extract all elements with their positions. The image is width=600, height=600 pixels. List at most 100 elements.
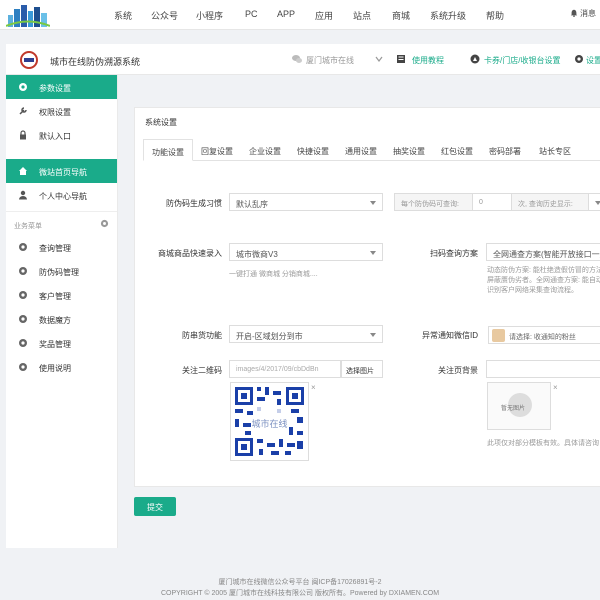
gear-icon (19, 315, 27, 323)
sidebar-item-label: 使用说明 (39, 364, 71, 373)
gear-icon (19, 267, 27, 275)
sidebar-item-customers[interactable]: 客户管理 (6, 283, 117, 307)
qr-path-input[interactable]: images/4/2017/09/cbDdBn (229, 360, 341, 378)
close-icon[interactable]: × (311, 383, 316, 392)
business-menu-group: 业务菜单 (6, 211, 117, 235)
nav-pc[interactable]: PC (245, 9, 258, 19)
bg-hint: 此项仅对部分模板有效。具体请咨询 (487, 440, 599, 447)
top-nav: 系统 公众号 小程序 PC APP 应用 站点 商城 系统升级 帮助 消息 (0, 0, 600, 30)
anti-select[interactable]: 开启-区域划分到市 (229, 325, 383, 343)
nav-system[interactable]: 系统 (114, 9, 132, 22)
nav-official-account[interactable]: 公众号 (151, 9, 178, 22)
tab-password[interactable]: 密码部署 (481, 139, 529, 161)
nav-help[interactable]: 帮助 (486, 9, 504, 22)
sidebar-item-data-cube[interactable]: 数据魔方 (6, 307, 117, 331)
shop-settings-link[interactable]: 卡券/门店/收银台设置 (484, 55, 560, 66)
sidebar-item-label: 数据魔方 (39, 316, 71, 325)
sidebar-item-home-nav[interactable]: 微站首页导航 (6, 159, 117, 183)
tutorial-link[interactable]: 使用教程 (412, 55, 444, 66)
lock-icon (20, 130, 26, 140)
system-header: 城市在线防伪溯源系统 厦门城市在线 使用教程 卡券/门店/收银台设置 设置 (6, 44, 600, 75)
avatar (492, 329, 505, 342)
chevron-down-icon (370, 201, 376, 205)
scan-hint: 动态防伪方案: 能杜绝造假仿冒的方法屏蔽赝伪劣者。全网通查方案: 能自动识别客户… (487, 267, 600, 294)
tab-company[interactable]: 企业设置 (241, 139, 289, 161)
code-gen-select[interactable]: 默认乱序 (229, 193, 383, 211)
footer-icp: 厦门城市在线微信公众号平台 闽ICP备17026891号-2 (218, 579, 382, 586)
nav-apps[interactable]: 应用 (315, 9, 333, 22)
sidebar-item-label: 客户管理 (39, 292, 71, 301)
logo-icon[interactable] (6, 3, 50, 27)
anti-value: 开启-区域划分到市 (236, 332, 303, 341)
pick-image-button[interactable]: 选择图片 (341, 360, 383, 378)
tab-red-packet[interactable]: 红包设置 (433, 139, 481, 161)
close-icon[interactable]: × (553, 383, 558, 392)
bg-path-input[interactable] (486, 360, 600, 378)
mall-select[interactable]: 城市微商V3 (229, 243, 383, 261)
tab-reply[interactable]: 回复设置 (193, 139, 241, 161)
nav-mall[interactable]: 商城 (392, 9, 410, 22)
gear-icon[interactable] (100, 219, 109, 228)
scan-select[interactable]: 全网通查方案(智能开放接口一刷 (486, 243, 600, 261)
qr-code-preview: 城市在线 (230, 382, 309, 461)
sidebar-item-default-entry[interactable]: 默认入口 (6, 123, 117, 147)
chevron-down-icon[interactable] (374, 54, 384, 64)
sidebar-item-label: 默认入口 (39, 132, 71, 141)
sidebar-item-label: 权限设置 (39, 108, 71, 117)
sidebar-item-prizes[interactable]: 奖品管理 (6, 331, 117, 355)
sidebar-item-codes[interactable]: 防伪码管理 (6, 259, 117, 283)
sidebar-item-label: 查询管理 (39, 244, 71, 253)
tab-general[interactable]: 通用设置 (337, 139, 385, 161)
notify-value: 请选择: 收通知的粉丝 (509, 334, 576, 341)
tab-webmaster[interactable]: 站长专区 (531, 139, 579, 161)
qr-overlay-text: 城市在线 (251, 418, 287, 430)
nav-upgrade[interactable]: 系统升级 (430, 9, 466, 22)
submit-button[interactable]: 提交 (134, 497, 176, 516)
history-select[interactable] (588, 193, 600, 211)
qr-code-icon: 城市在线 (235, 387, 304, 456)
user-icon (19, 190, 27, 200)
gear-icon (575, 55, 583, 63)
sidebar-item-user-center[interactable]: 个人中心导航 (6, 183, 117, 207)
scan-value: 全网通查方案(智能开放接口一刷 (493, 250, 600, 259)
tab-lottery[interactable]: 抽奖设置 (385, 139, 433, 161)
per-code-label: 每个防伪码可查询: (394, 193, 473, 211)
gear-icon (19, 291, 27, 299)
code-gen-label: 防伪码生成习惯 (166, 199, 222, 208)
anti-label: 防串货功能 (182, 331, 222, 340)
business-menu-label: 业务菜单 (14, 223, 42, 230)
nav-app[interactable]: APP (277, 9, 295, 19)
site-name[interactable]: 厦门城市在线 (306, 55, 354, 66)
per-code-input[interactable]: 0 (472, 193, 512, 211)
bg-label: 关注页背景 (438, 366, 478, 375)
gear-icon (19, 339, 27, 347)
settings-panel: 系统设置 功能设置 回复设置 企业设置 快捷设置 通用设置 抽奖设置 红包设置 … (134, 107, 600, 487)
bg-image-preview: 暂无图片 (487, 382, 551, 430)
bell-icon (570, 9, 578, 17)
sidebar-item-query[interactable]: 查询管理 (6, 235, 117, 259)
home-icon (19, 167, 27, 175)
qr-label: 关注二维码 (182, 366, 222, 375)
notify-picker[interactable]: 请选择: 收通知的粉丝 (488, 326, 600, 344)
nav-site[interactable]: 站点 (353, 9, 371, 22)
sidebar-item-instructions[interactable]: 使用说明 (6, 355, 117, 379)
gear-icon (19, 243, 27, 251)
nav-mini-program[interactable]: 小程序 (196, 9, 223, 22)
sidebar-item-permissions[interactable]: 权限设置 (6, 99, 117, 123)
tab-function[interactable]: 功能设置 (143, 139, 193, 161)
compass-icon (470, 54, 480, 64)
chevron-down-icon (370, 251, 376, 255)
notify-label: 异常通知微信ID (422, 331, 478, 340)
mall-value: 城市微商V3 (236, 250, 278, 259)
settings-link[interactable]: 设置 (586, 55, 600, 66)
sidebar-item-params[interactable]: 参数设置 (6, 75, 117, 99)
messages-link[interactable]: 消息 (570, 8, 596, 19)
chevron-down-icon (595, 201, 600, 205)
mall-hint: 一键打通 微商城 分销商城.... (229, 271, 318, 278)
book-icon (397, 55, 405, 63)
sidebar-item-label: 奖品管理 (39, 340, 71, 349)
chevron-down-icon (370, 333, 376, 337)
tab-shortcut[interactable]: 快捷设置 (289, 139, 337, 161)
system-logo-icon (20, 51, 38, 69)
gear-icon (19, 83, 27, 91)
